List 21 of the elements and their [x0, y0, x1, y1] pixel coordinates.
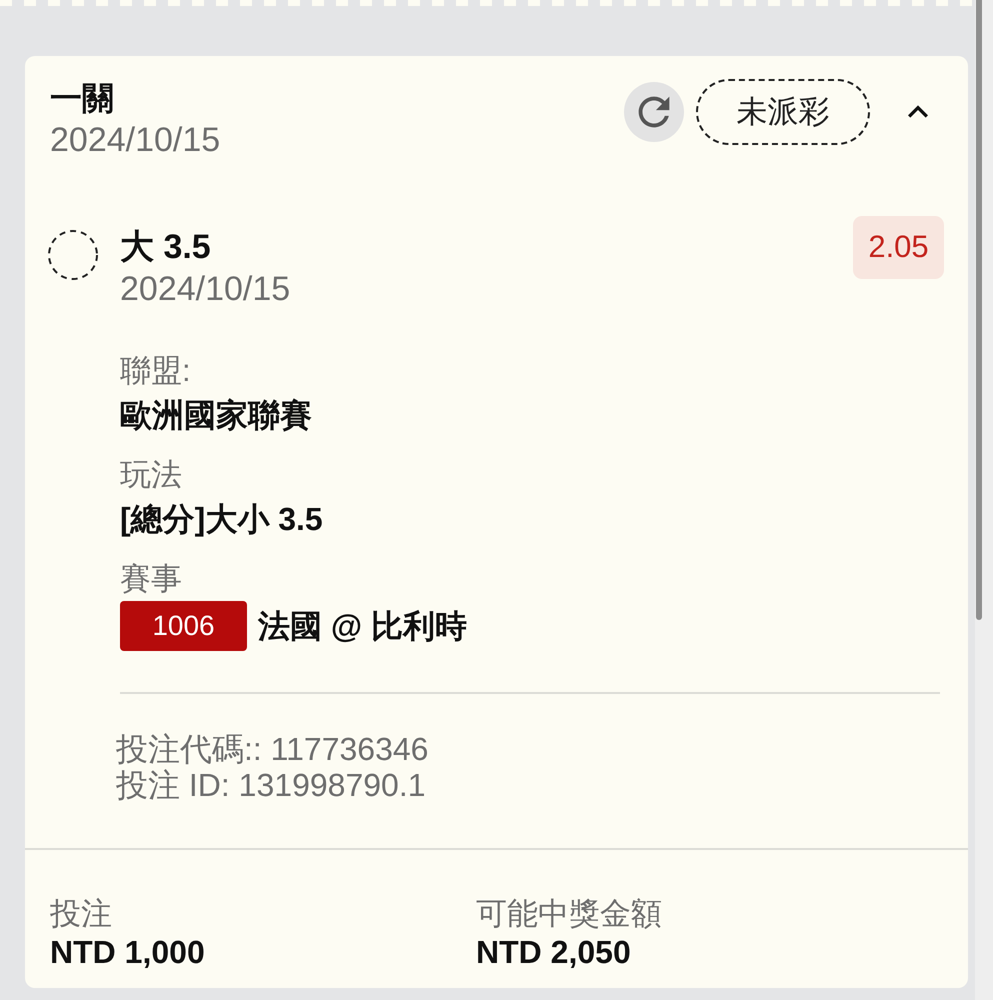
bet-type-title: 一關 [50, 79, 114, 118]
scrollbar-thumb[interactable] [976, 0, 982, 620]
detail-value: 歐洲國家聯賽 [120, 396, 312, 435]
odds-badge: 2.05 [853, 216, 944, 279]
status-badge: 未派彩 [696, 79, 870, 145]
detail-label: 賽事 [120, 560, 182, 598]
bet-code-text: 投注 ID: 131998790.1 [116, 767, 426, 803]
detail-value: [總分]大小 3.5 [120, 500, 323, 539]
match-teams: 法國 @ 比利時 [258, 607, 467, 646]
detail-label: 聯盟: [120, 352, 191, 390]
match-code-badge: 1006 [120, 601, 247, 651]
summary-label: 投注 [50, 895, 112, 933]
summary-label: 可能中獎金額 [476, 895, 662, 933]
summary-amount: NTD 1,000 [50, 933, 205, 971]
bet-code-text: 投注代碼:: 117736346 [116, 731, 428, 767]
summary-amount: NTD 2,050 [476, 933, 631, 971]
detail-label: 玩法 [120, 456, 182, 494]
bet-date: 2024/10/15 [50, 120, 220, 161]
selection-pick: 大 3.5 [120, 227, 211, 268]
pending-circle-icon [48, 230, 98, 280]
selection-date: 2024/10/15 [120, 269, 290, 310]
